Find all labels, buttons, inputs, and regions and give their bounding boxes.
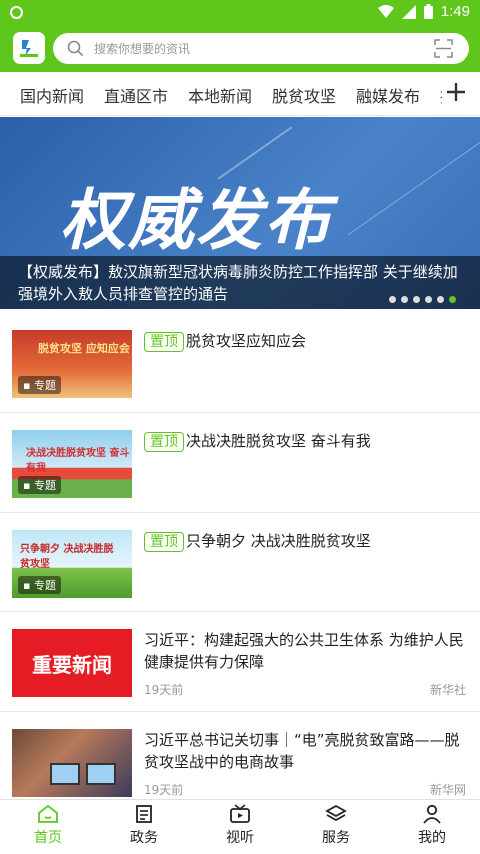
list-item[interactable]: 重要新闻 习近平：构建起强大的公共卫生体系 为维护人民健康提供有力保障 19天前…	[0, 612, 480, 712]
bottom-nav: 首页 政务 视听 服务 我的	[0, 799, 480, 854]
carousel-dot[interactable]	[425, 296, 432, 303]
nav-government-label: 政务	[130, 830, 158, 846]
thumbnail: 脱贫攻坚 应知应会 ▪ 专题	[12, 330, 132, 398]
status-bar: 1:49	[0, 0, 480, 26]
tab-domestic-news[interactable]: 国内新闻	[20, 83, 84, 107]
banner-caption: 【权威发布】敖汉旗新型冠状病毒肺炎防控工作指挥部 关于继续加强境外入敖人员排查管…	[0, 256, 480, 309]
wifi-icon	[377, 5, 394, 18]
search-bar[interactable]: 搜索你想要的资讯	[53, 33, 469, 64]
news-time: 19天前	[144, 783, 184, 797]
thumbnail-text: 决战决胜脱贫攻坚 奋斗有我	[26, 448, 130, 474]
home-icon	[38, 804, 58, 823]
category-tabs: 国内新闻 直通区市 本地新闻 脱贫攻坚 融媒发布 扫	[0, 72, 480, 116]
thumbnail-text: 只争朝夕 决战决胜脱贫攻坚	[20, 544, 114, 570]
banner-headline: 权威发布	[60, 182, 332, 259]
thumbnail-text: 脱贫攻坚 应知应会	[38, 342, 130, 355]
nav-profile[interactable]: 我的	[402, 804, 462, 847]
pinned-tag: 置顶	[144, 332, 184, 352]
app-header: 搜索你想要的资讯	[0, 26, 480, 72]
search-icon	[67, 40, 84, 57]
tab-media-release[interactable]: 融媒发布	[356, 83, 420, 107]
notification-icon	[10, 6, 23, 19]
clock: 1:49	[440, 3, 470, 20]
list-item[interactable]: 习近平总书记关切事｜“电”亮脱贫致富路——脱贫攻坚战中的电商故事 19天前 新华…	[0, 712, 480, 802]
carousel-dots[interactable]	[389, 296, 456, 303]
list-item[interactable]: 脱贫攻坚 应知应会 ▪ 专题 置顶 脱贫攻坚应知应会	[0, 314, 480, 413]
news-title: 习近平总书记关切事｜“电”亮脱贫致富路——脱贫攻坚战中的电商故事	[144, 731, 460, 771]
topic-badge: ▪ 专题	[18, 376, 61, 394]
signal-icon	[401, 4, 416, 19]
battery-icon	[423, 4, 433, 19]
logo-icon	[20, 40, 38, 57]
nav-services-label: 服务	[322, 830, 350, 846]
news-title: 置顶 只争朝夕 决战决胜脱贫攻坚	[144, 530, 470, 552]
tab-local-news[interactable]: 本地新闻	[188, 83, 252, 107]
layers-icon	[325, 804, 347, 822]
nav-services[interactable]: 服务	[306, 804, 366, 847]
nav-home-label: 首页	[34, 830, 62, 846]
topic-badge: ▪ 专题	[18, 476, 61, 494]
nav-government[interactable]: 政务	[114, 804, 174, 847]
thumbnail	[12, 729, 132, 797]
video-icon	[230, 804, 250, 823]
tab-district-direct[interactable]: 直通区市	[104, 83, 168, 107]
thumbnail-screen	[86, 763, 116, 785]
thumbnail: 决战决胜脱贫攻坚 奋斗有我 ▪ 专题	[12, 430, 132, 498]
topic-badge: ▪ 专题	[18, 576, 61, 594]
news-source: 新华网	[429, 783, 466, 797]
list-item[interactable]: 决战决胜脱贫攻坚 奋斗有我 ▪ 专题 置顶 决战决胜脱贫攻坚 奋斗有我	[0, 413, 480, 513]
add-tab-button[interactable]	[442, 78, 470, 106]
news-title: 置顶 脱贫攻坚应知应会	[144, 330, 470, 352]
light-streak	[347, 119, 480, 236]
user-icon	[423, 804, 441, 824]
thumbnail-screen	[50, 763, 80, 785]
nav-video-label: 视听	[226, 830, 254, 846]
pinned-tag: 置顶	[144, 532, 184, 552]
carousel-dot[interactable]	[413, 296, 420, 303]
thumbnail: 只争朝夕 决战决胜脱贫攻坚 ▪ 专题	[12, 530, 132, 598]
search-placeholder: 搜索你想要的资讯	[94, 42, 191, 56]
government-icon	[136, 805, 152, 823]
tab-poverty-alleviation[interactable]: 脱贫攻坚	[272, 83, 336, 107]
list-item[interactable]: 只争朝夕 决战决胜脱贫攻坚 ▪ 专题 置顶 只争朝夕 决战决胜脱贫攻坚	[0, 513, 480, 612]
news-source: 新华社	[429, 683, 466, 697]
carousel-dot-active[interactable]	[449, 296, 456, 303]
pinned-tag: 置顶	[144, 432, 184, 452]
news-title: 习近平：构建起强大的公共卫生体系 为维护人民健康提供有力保障	[144, 631, 464, 671]
carousel-dot[interactable]	[389, 296, 396, 303]
nav-home[interactable]: 首页	[18, 804, 78, 847]
carousel-dot[interactable]	[437, 296, 444, 303]
thumbnail: 重要新闻	[12, 629, 132, 697]
nav-video[interactable]: 视听	[210, 804, 270, 847]
carousel-dot[interactable]	[401, 296, 408, 303]
app-logo[interactable]	[13, 32, 45, 64]
scan-icon[interactable]	[434, 39, 453, 58]
nav-profile-label: 我的	[418, 830, 446, 846]
news-title: 置顶 决战决胜脱贫攻坚 奋斗有我	[144, 430, 470, 452]
news-time: 19天前	[144, 683, 184, 697]
thumbnail-text: 重要新闻	[32, 652, 112, 677]
hero-banner[interactable]: 权威发布 【权威发布】敖汉旗新型冠状病毒肺炎防控工作指挥部 关于继续加强境外入敖…	[0, 117, 480, 309]
plus-icon	[447, 83, 465, 101]
